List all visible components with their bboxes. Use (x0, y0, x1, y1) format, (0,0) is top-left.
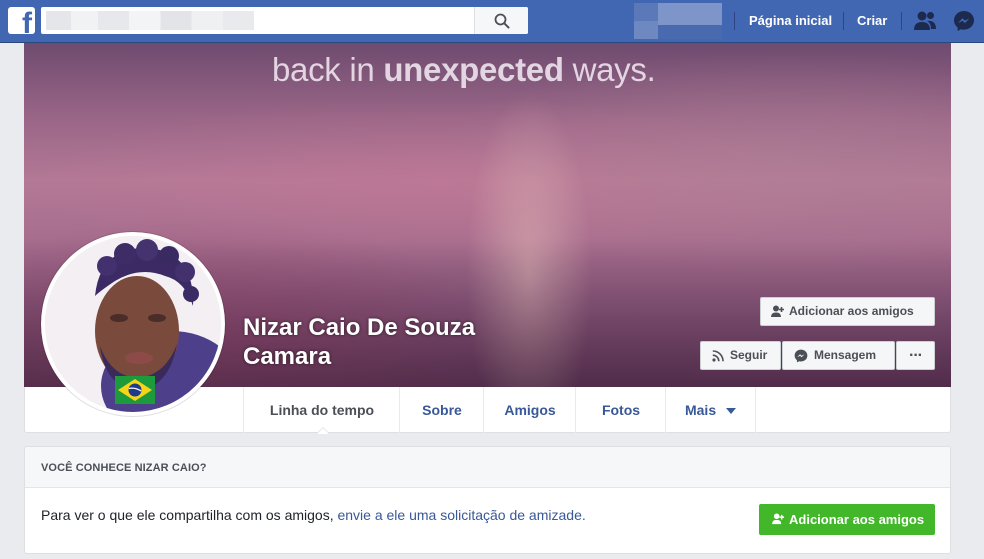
send-friend-request-link[interactable]: envie a ele uma solicitação de amizade. (337, 507, 585, 523)
more-options-icon: ··· (909, 347, 923, 364)
profile-photo-image (45, 236, 221, 412)
add-friend-icon (771, 305, 784, 317)
rss-follow-icon (712, 350, 724, 362)
cover-photo-caption: back in unexpected ways. (272, 51, 656, 89)
friend-requests-icon[interactable] (913, 10, 937, 32)
message-button[interactable]: Mensagem (782, 341, 895, 370)
search-blurred-text (46, 11, 254, 30)
add-friend-green-button[interactable]: Adicionar aos amigos (759, 504, 935, 535)
brazil-flag (115, 376, 155, 404)
cover-caption-plain: back in (272, 51, 384, 88)
cover-caption-bold: unexpected (383, 51, 564, 88)
add-friend-green-label: Adicionar aos amigos (789, 512, 925, 527)
chevron-down-icon (726, 408, 736, 415)
facebook-logo-letter: f (22, 7, 32, 35)
messenger-icon[interactable] (953, 10, 975, 32)
card-message-text: Para ver o que ele compartilha com os am… (41, 507, 338, 523)
tab-friends[interactable]: Amigos (483, 387, 576, 433)
search-input[interactable] (41, 7, 528, 34)
nav-separator (843, 12, 844, 30)
search-button[interactable] (474, 7, 528, 34)
nav-separator (901, 12, 902, 30)
blurred-user-avatar[interactable] (634, 3, 722, 39)
message-label: Mensagem (814, 348, 877, 362)
search-icon (494, 13, 510, 29)
follow-label: Seguir (730, 348, 768, 362)
add-friend-icon (772, 513, 785, 525)
more-options-button[interactable]: ··· (896, 341, 935, 370)
card-title: VOCÊ CONHECE NIZAR CAIO? (41, 462, 207, 474)
tab-about[interactable]: Sobre (399, 387, 484, 433)
active-tab-indicator (316, 427, 330, 434)
create-link[interactable]: Criar (857, 13, 887, 29)
brazil-flag-icon (115, 376, 155, 404)
home-link[interactable]: Página inicial (749, 13, 832, 29)
card-header: VOCÊ CONHECE NIZAR CAIO? (25, 447, 950, 488)
profile-picture[interactable] (41, 232, 225, 416)
card-message: Para ver o que ele compartilha com os am… (41, 507, 586, 523)
top-navigation-bar: f Página inicial Criar (0, 0, 984, 43)
tab-more-label: Mais (684, 402, 717, 418)
friend-suggestion-card: VOCÊ CONHECE NIZAR CAIO? Para ver o que … (24, 446, 951, 554)
add-friend-button[interactable]: Adicionar aos amigos (760, 297, 935, 326)
facebook-logo[interactable]: f (8, 7, 35, 34)
messenger-icon (794, 349, 808, 363)
tab-photos[interactable]: Fotos (575, 387, 666, 433)
profile-name[interactable]: Nizar Caio De Souza Camara (243, 313, 543, 371)
tab-more[interactable]: Mais (665, 387, 756, 433)
follow-button[interactable]: Seguir (700, 341, 781, 370)
cover-caption-end: ways. (563, 51, 656, 88)
add-friend-label: Adicionar aos amigos (789, 304, 914, 318)
nav-separator (734, 12, 735, 30)
